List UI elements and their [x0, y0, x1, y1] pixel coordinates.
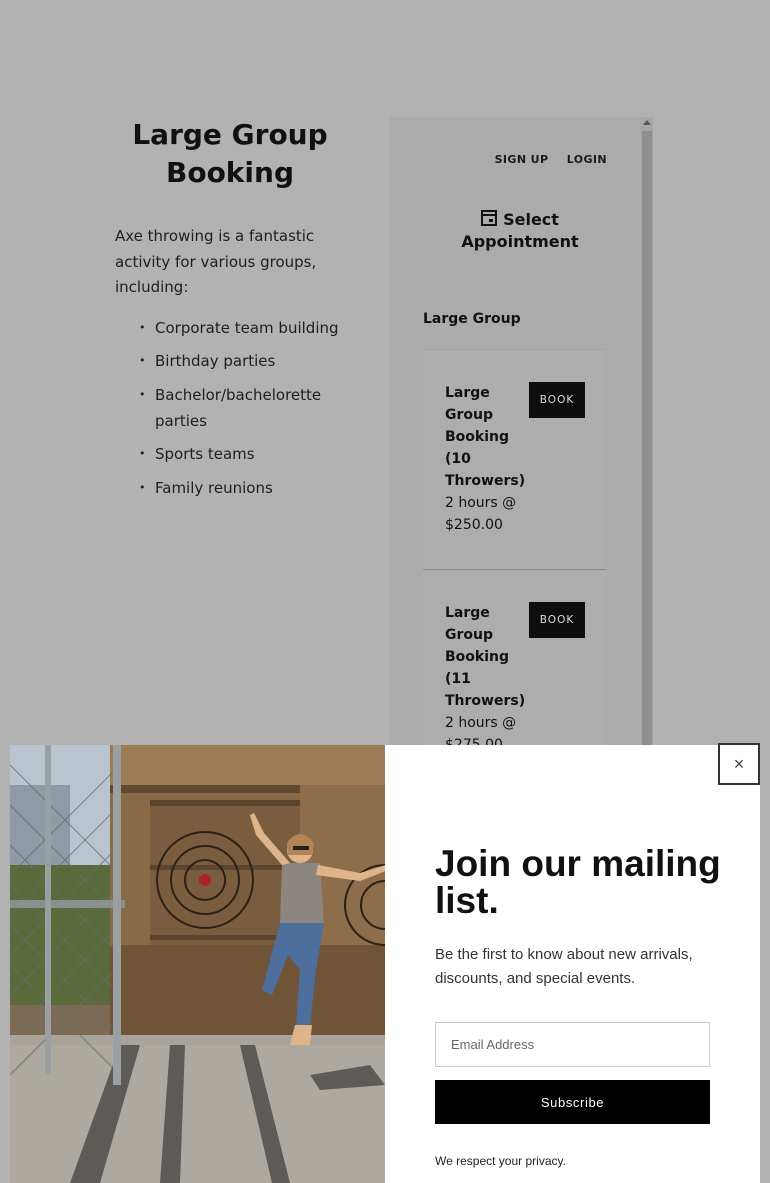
login-link[interactable]: LOGIN	[567, 153, 607, 166]
email-field[interactable]	[435, 1022, 710, 1067]
appointment-info: Large Group Booking (10 Throwers) 2 hour…	[445, 382, 527, 536]
scheduler-frame: SIGN UP LOGIN Select Appointment Large G…	[390, 117, 641, 747]
scheduler-scrollbar[interactable]	[641, 117, 653, 747]
scroll-up-arrow-icon[interactable]	[643, 120, 651, 125]
appointment-info: Large Group Booking (11 Throwers) 2 hour…	[445, 602, 527, 747]
appointment-name: Large Group Booking (10 Throwers)	[445, 385, 526, 489]
calendar-icon	[481, 210, 498, 226]
privacy-note: We respect your privacy.	[435, 1154, 566, 1168]
list-item: Corporate team building	[139, 315, 345, 341]
appointment-name: Large Group Booking (11 Throwers)	[445, 605, 526, 709]
auth-links: SIGN UP LOGIN	[481, 153, 607, 166]
signup-link[interactable]: SIGN UP	[495, 153, 549, 166]
appointment-card[interactable]: Large Group Booking (11 Throwers) 2 hour…	[423, 569, 606, 747]
list-item: Sports teams	[139, 441, 345, 467]
category-label: Large Group	[423, 311, 521, 327]
group-list: Corporate team building Birthday parties…	[115, 315, 345, 501]
appointment-card[interactable]: Large Group Booking (10 Throwers) 2 hour…	[423, 349, 606, 570]
axe-throwing-photo	[10, 745, 385, 1183]
scrollbar-thumb[interactable]	[642, 131, 652, 747]
book-button[interactable]: BOOK	[529, 602, 585, 638]
close-icon[interactable]: ×	[718, 743, 760, 785]
popup-description: Be the first to know about new arrivals,…	[435, 946, 693, 987]
list-item: Family reunions	[139, 475, 345, 501]
heading-text: Select Appointment	[461, 210, 579, 251]
subscribe-button[interactable]: Subscribe	[435, 1080, 710, 1124]
mailing-list-popup: × Join our mailing list. Be the first to…	[10, 743, 760, 1183]
list-item: Birthday parties	[139, 348, 345, 374]
appointment-details: 2 hours @ $275.00	[445, 715, 517, 747]
page-title: Large Group Booking	[132, 118, 328, 189]
select-appointment-heading: Select Appointment	[450, 209, 590, 253]
intro-text: Axe throwing is a fantastic activity for…	[115, 227, 317, 296]
article: Large Group Booking Axe throwing is a fa…	[115, 116, 345, 508]
popup-title: Join our mailing list.	[435, 843, 721, 921]
list-item: Bachelor/bachelorette parties	[139, 382, 345, 434]
book-button[interactable]: BOOK	[529, 382, 585, 418]
appointment-details: 2 hours @ $250.00	[445, 495, 517, 533]
